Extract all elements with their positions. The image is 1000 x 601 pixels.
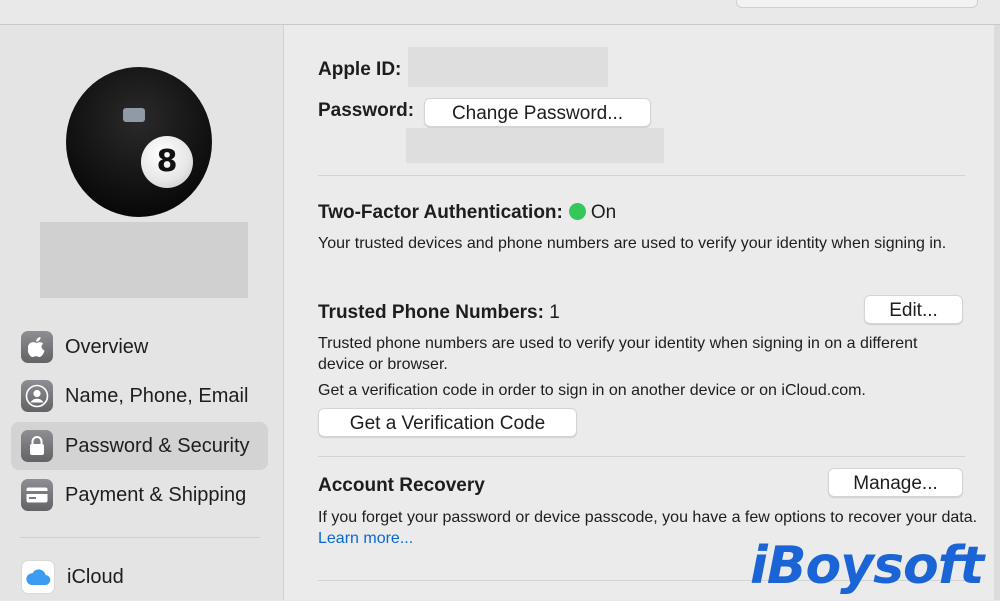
sidebar-item-label: iCloud <box>67 565 124 588</box>
change-password-button[interactable]: Change Password... <box>424 98 651 127</box>
avatar-ball-window <box>123 108 145 122</box>
lock-icon <box>21 430 53 462</box>
two-factor-status: On <box>590 202 617 223</box>
redacted-apple-id <box>408 47 608 87</box>
status-dot-icon <box>568 203 586 220</box>
sidebar: 8 Overview Name, Phone, Email Password &… <box>0 25 284 600</box>
apple-id-label: Apple ID: <box>318 59 402 80</box>
edit-phones-button[interactable]: Edit... <box>864 295 963 324</box>
redacted-account-name <box>40 222 248 298</box>
learn-more-link[interactable]: Learn more... <box>318 530 413 547</box>
sidebar-item-name-phone-email[interactable]: Name, Phone, Email <box>11 372 268 420</box>
sidebar-item-password-security[interactable]: Password & Security <box>11 422 268 470</box>
section-divider <box>318 175 965 176</box>
sidebar-item-icloud[interactable]: iCloud <box>11 553 268 601</box>
redacted-password-info <box>406 128 664 163</box>
trusted-phones-description: Trusted phone numbers are used to verify… <box>318 335 918 373</box>
sidebar-item-payment-shipping[interactable]: Payment & Shipping <box>11 471 268 519</box>
sidebar-item-overview[interactable]: Overview <box>11 323 268 371</box>
apple-icon <box>21 331 53 363</box>
manage-recovery-button[interactable]: Manage... <box>828 468 963 497</box>
get-verification-code-button[interactable]: Get a Verification Code <box>318 408 577 437</box>
toolbar-search-field[interactable] <box>736 0 978 8</box>
main-panel: Apple ID: Password: Change Password... T… <box>284 25 1000 600</box>
sidebar-item-label: Name, Phone, Email <box>65 384 249 407</box>
trusted-phones-label: Trusted Phone Numbers: <box>318 302 544 323</box>
eight-ball-icon: 8 <box>141 136 193 188</box>
sidebar-item-label: Password & Security <box>65 434 250 457</box>
trusted-phones-count: 1 <box>549 302 560 323</box>
sidebar-item-label: Overview <box>65 335 149 358</box>
account-recovery-text: If you forget your password or device pa… <box>318 509 978 526</box>
window-toolbar <box>0 0 1000 25</box>
person-icon <box>21 380 53 412</box>
avatar[interactable]: 8 <box>66 67 212 217</box>
iboysoft-watermark: iBoysoft <box>750 536 984 596</box>
trusted-phones-heading: Trusted Phone Numbers: 1 <box>318 302 560 324</box>
account-recovery-label: Account Recovery <box>318 475 485 496</box>
password-label: Password: <box>318 100 415 121</box>
verification-info-text: Get a verification code in order to sign… <box>318 382 866 399</box>
sidebar-item-label: Payment & Shipping <box>65 483 247 506</box>
cloud-icon <box>21 560 55 594</box>
two-factor-heading: Two-Factor Authentication: On <box>318 202 616 224</box>
credit-card-icon <box>21 479 53 511</box>
section-divider <box>318 456 965 457</box>
two-factor-description: Your trusted devices and phone numbers a… <box>318 235 947 252</box>
sidebar-divider <box>20 537 260 538</box>
scrollbar[interactable] <box>994 25 1000 600</box>
two-factor-label: Two-Factor Authentication: <box>318 202 563 223</box>
